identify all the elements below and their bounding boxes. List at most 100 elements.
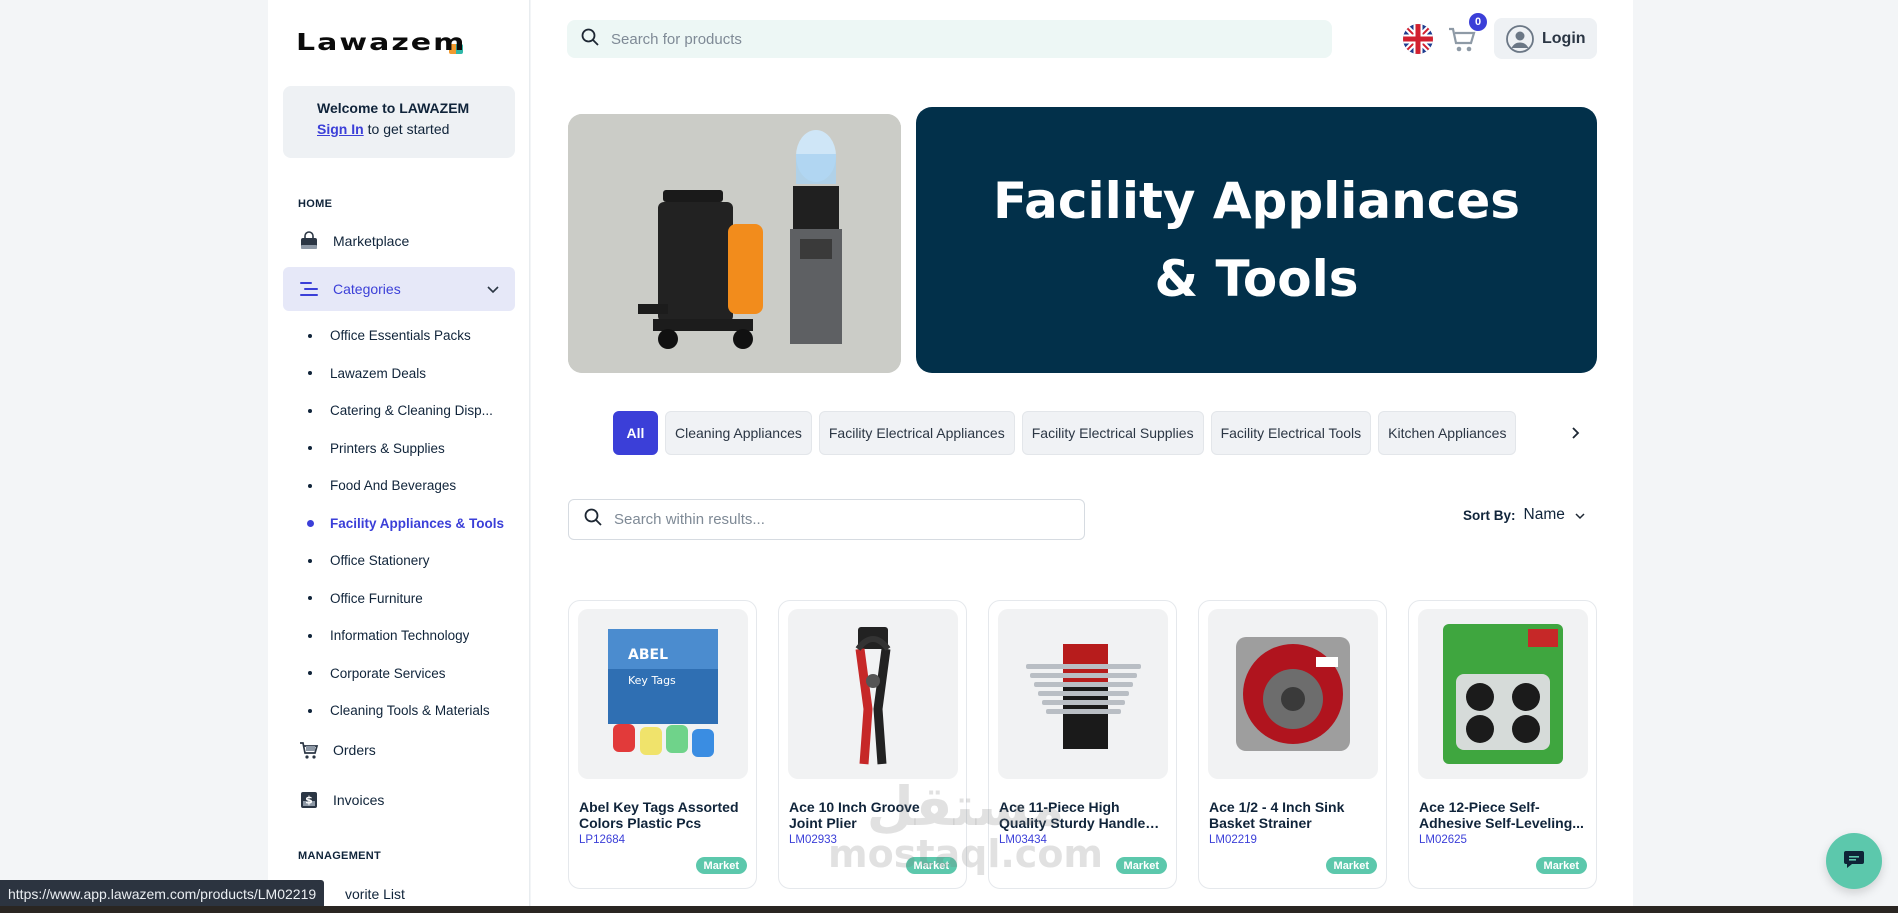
- market-badge: Market: [1535, 857, 1587, 874]
- product-card[interactable]: Ace 10 Inch Groove Joint Plier LM02933 Mar…: [778, 600, 967, 889]
- category-title: Facility Appliances & Tools: [992, 172, 1521, 308]
- sidebar-category-label: Office Essentials Packs: [330, 328, 471, 344]
- product-card[interactable]: Ace 11-Piece High Quality Sturdy Handle …: [988, 600, 1177, 889]
- results-search-bar[interactable]: [568, 499, 1085, 540]
- nav-orders-label: Orders: [333, 742, 376, 758]
- search-icon: [584, 508, 602, 531]
- sidebar-category-label: Corporate Services: [330, 665, 446, 681]
- subcategory-chip[interactable]: Facility Electrical Tools: [1210, 411, 1372, 455]
- bullet-dot: [308, 596, 312, 601]
- sort-by-value[interactable]: Name: [1524, 506, 1565, 524]
- sidebar-category-item[interactable]: Facility Appliances & Tools: [307, 505, 518, 543]
- category-sub-list: Office Essentials Packs Lawazem Deals Cate…: [307, 317, 518, 730]
- chat-bubble-icon: [1843, 849, 1865, 874]
- sidebar-category-item[interactable]: Cleaning Tools & Materials: [308, 692, 518, 730]
- product-name: Ace 12-Piece Self-Adhesive Self-Leveling…: [1419, 799, 1584, 831]
- login-button[interactable]: Login: [1494, 18, 1597, 59]
- bullet-dot: [308, 371, 312, 376]
- sidebar-category-item[interactable]: Information Technology: [308, 617, 518, 655]
- bullet-dot: [308, 633, 312, 638]
- product-search-bar[interactable]: [567, 20, 1332, 58]
- bullet-dot: [308, 446, 312, 451]
- product-image: [788, 609, 958, 779]
- sidebar-category-item[interactable]: Office Furniture: [308, 580, 518, 618]
- sidebar-category-label: Lawazem Deals: [330, 365, 427, 381]
- product-sku: LM02625: [1419, 834, 1467, 846]
- product-name: Ace 10 Inch Groove Joint Plier: [789, 799, 920, 831]
- chat-support-button[interactable]: [1826, 833, 1882, 889]
- sidebar-category-item[interactable]: Printers & Supplies: [308, 430, 518, 468]
- main-content: 0 Login Facility Appliances & Tools: [531, 0, 1633, 913]
- browser-status-url: https://www.app.lawazem.com/products/LM0…: [0, 880, 325, 907]
- categories-list-icon: [299, 279, 319, 299]
- user-avatar-icon: [1506, 24, 1534, 53]
- product-name: Ace 1/2 - 4 Inch Sink Basket Strainer: [1209, 799, 1345, 831]
- sidebar-category-label: Printers & Supplies: [330, 440, 445, 456]
- market-badge: Market: [1115, 857, 1167, 874]
- product-sku: LM02933: [789, 834, 837, 846]
- cart-icon: [299, 740, 319, 760]
- sidebar-category-item[interactable]: Catering & Cleaning Disp...: [308, 392, 518, 430]
- lawazem-logo[interactable]: Lawazem: [296, 28, 464, 56]
- bullet-dot: [308, 333, 312, 338]
- invoice-dollar-icon: $: [299, 790, 319, 810]
- nav-marketplace[interactable]: Marketplace: [283, 219, 515, 263]
- bullet-dot: [308, 483, 312, 488]
- subcategory-chip[interactable]: Cleaning Appliances: [665, 411, 812, 455]
- subcategory-chip[interactable]: Kitchen Appliances: [1378, 411, 1517, 455]
- nav-favorite-list-label[interactable]: vorite List: [345, 886, 405, 902]
- uk-flag-icon[interactable]: [1403, 24, 1433, 54]
- sidebar-category-item[interactable]: Food And Beverages: [308, 467, 518, 505]
- sidebar-category-label: Food And Beverages: [330, 478, 457, 494]
- nav-marketplace-label: Marketplace: [333, 233, 410, 249]
- sidebar-category-label: Cleaning Tools & Materials: [330, 703, 490, 719]
- nav-invoices[interactable]: $ Invoices: [283, 778, 515, 822]
- product-card[interactable]: ABEL Key Tags Abel Key Tags Assorted Color…: [568, 600, 757, 889]
- sidebar-category-label: Office Stationery: [330, 553, 430, 569]
- bullet-dot: [308, 408, 312, 413]
- chevron-right-icon[interactable]: [1565, 423, 1585, 443]
- svg-text:$: $: [305, 794, 313, 807]
- product-search-input[interactable]: [611, 30, 1211, 48]
- product-name: Ace 11-Piece High Quality Sturdy Handle …: [999, 799, 1146, 831]
- sidebar-category-item[interactable]: Office Essentials Packs: [308, 317, 518, 355]
- sidebar-category-label: Information Technology: [330, 628, 470, 644]
- nav-categories-label: Categories: [333, 281, 401, 297]
- bullet-dot: [307, 519, 314, 527]
- subcategory-chip[interactable]: Facility Electrical Appliances: [818, 411, 1015, 455]
- home-section-label: HOME: [298, 198, 333, 210]
- market-badge: Market: [695, 857, 747, 874]
- management-section-label: MANAGEMENT: [298, 850, 382, 862]
- sign-in-link[interactable]: Sign In: [317, 121, 364, 137]
- product-card[interactable]: Ace 12-Piece Self-Adhesive Self-Leveling…: [1408, 600, 1597, 889]
- sidebar-category-label: Catering & Cleaning Disp...: [330, 403, 493, 419]
- product-sku: LM03434: [999, 834, 1047, 846]
- nav-categories[interactable]: Categories: [283, 267, 515, 311]
- sidebar-category-label: Office Furniture: [330, 590, 423, 606]
- product-card[interactable]: Ace 1/2 - 4 Inch Sink Basket Strainer LM0…: [1198, 600, 1387, 889]
- subcategory-chips: All Cleaning Appliances Facility Electrica…: [613, 411, 1523, 455]
- sort-by-control[interactable]: Sort By: Name: [1463, 504, 1585, 526]
- nav-invoices-label: Invoices: [333, 792, 385, 808]
- product-image: [1208, 609, 1378, 779]
- sidebar-category-item[interactable]: Lawazem Deals: [308, 355, 518, 393]
- subcategory-chip[interactable]: Facility Electrical Supplies: [1021, 411, 1204, 455]
- chip-all[interactable]: All: [613, 411, 658, 455]
- bullet-dot: [308, 558, 312, 563]
- svg-text:Key Tags: Key Tags: [628, 674, 676, 687]
- sidebar-category-item[interactable]: Office Stationery: [308, 542, 518, 580]
- search-icon: [581, 28, 599, 51]
- product-image: ABEL Key Tags: [578, 609, 748, 779]
- nav-orders[interactable]: Orders: [283, 728, 515, 772]
- chevron-down-icon: [1575, 507, 1585, 523]
- category-hero-image: [568, 114, 901, 373]
- sort-by-label: Sort By:: [1463, 507, 1516, 523]
- welcome-title: Welcome to LAWAZEM: [317, 100, 470, 116]
- results-search-input[interactable]: [614, 511, 1034, 528]
- welcome-suffix: to get started: [367, 121, 450, 137]
- market-badge: Market: [905, 857, 957, 874]
- sidebar-category-item[interactable]: Corporate Services: [308, 655, 518, 693]
- product-image: [1418, 609, 1588, 779]
- login-label: Login: [1542, 29, 1586, 47]
- market-badge: Market: [1325, 857, 1377, 874]
